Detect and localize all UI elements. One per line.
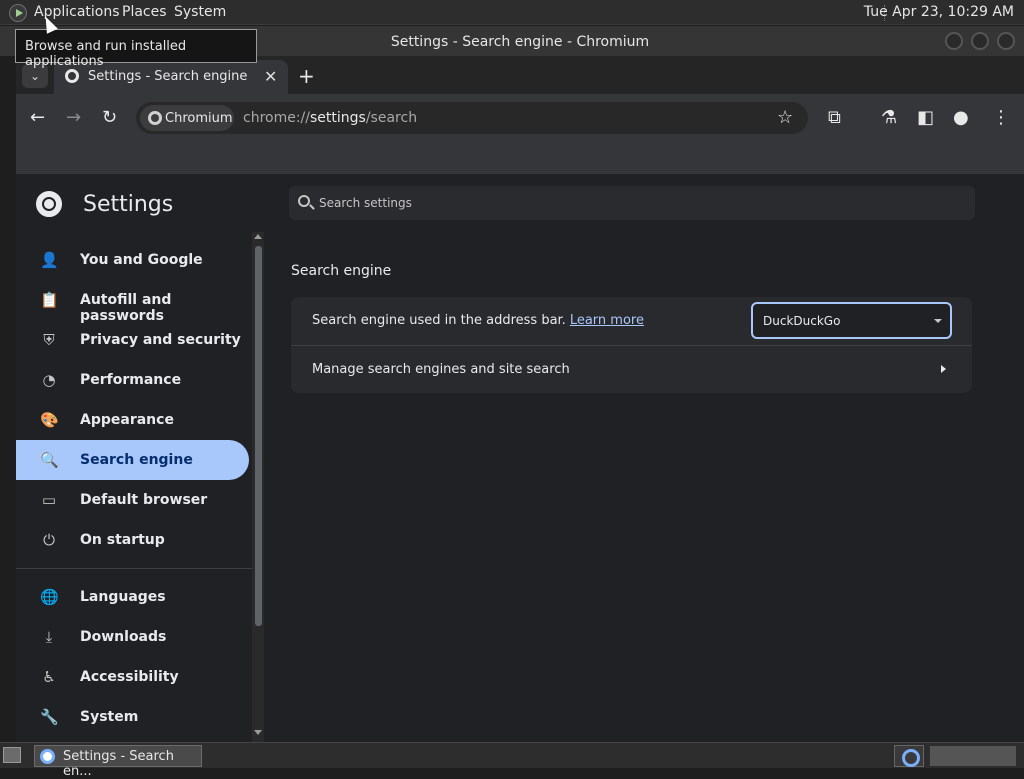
nav-divider <box>16 568 252 569</box>
url-path: /search <box>365 110 418 126</box>
close-window-button[interactable] <box>997 32 1015 50</box>
side-panel-icon[interactable]: ◧ <box>917 107 934 128</box>
chromium-logo-icon <box>36 191 62 217</box>
search-placeholder: Search settings <box>319 196 412 210</box>
minimize-button[interactable] <box>945 32 963 50</box>
dropdown-caret-icon <box>934 319 942 323</box>
gear-icon <box>65 69 79 83</box>
learn-more-link[interactable]: Learn more <box>570 313 644 328</box>
sidebar-item-label: Search engine <box>80 452 193 468</box>
clock[interactable]: Tue Apr 23, 10:29 AM <box>864 4 1014 20</box>
sidebar-item-languages[interactable]: 🌐 Languages <box>16 577 249 617</box>
applications-icon[interactable] <box>9 4 27 22</box>
sidebar-item-label: Default browser <box>80 492 208 508</box>
sidebar-item-downloads[interactable]: ⤓ Downloads <box>16 617 249 657</box>
address-bar[interactable] <box>136 102 808 134</box>
bookmark-star-icon[interactable]: ☆ <box>777 107 793 128</box>
menu-system[interactable]: System <box>174 4 226 20</box>
menu-kebab-icon[interactable]: ⋮ <box>992 107 1010 128</box>
sidebar-item-label: System <box>80 709 139 725</box>
sidebar-item-label: You and Google <box>80 252 203 268</box>
close-tab-icon[interactable]: ✕ <box>264 67 277 86</box>
sidebar-item-performance[interactable]: ◔ Performance <box>16 360 249 400</box>
sidebar-item-you-and-google[interactable]: 👤 You and Google <box>16 240 249 280</box>
profile-icon[interactable]: ● <box>953 107 969 128</box>
top-panel: Applications Places System Tue Apr 23, 1… <box>0 0 1024 25</box>
sidebar-item-label: Downloads <box>80 629 167 645</box>
speedometer-icon: ◔ <box>42 371 56 389</box>
scrollbar-thumb[interactable] <box>255 246 262 626</box>
card-divider <box>291 345 972 346</box>
site-chip-label: Chromium <box>165 111 233 126</box>
page-title: Settings <box>83 192 174 217</box>
sidebar-item-privacy-and-security[interactable]: ⛨ Privacy and security <box>16 320 249 360</box>
maximize-button[interactable] <box>971 32 989 50</box>
show-desktop-icon[interactable] <box>3 747 21 763</box>
power-icon: ⏻ <box>43 531 55 549</box>
url-text[interactable]: chrome://settings/search <box>243 110 417 126</box>
search-icon <box>298 195 310 207</box>
reload-icon[interactable]: ↻ <box>102 107 117 128</box>
tab-title: Settings - Search engine <box>88 69 248 84</box>
sidebar-item-label: Privacy and security <box>80 332 241 348</box>
labs-flask-icon[interactable]: ⚗ <box>881 107 897 128</box>
new-tab-button[interactable]: + <box>298 64 315 88</box>
address-bar-engine-label: Search engine used in the address bar. Le… <box>312 313 644 328</box>
engine-label-text: Search engine used in the address bar. <box>312 313 566 328</box>
section-title: Search engine <box>291 263 392 279</box>
wrench-icon: 🔧 <box>40 708 59 726</box>
sidebar-item-search-engine[interactable]: 🔍 Search engine <box>16 440 249 480</box>
search-engine-value: DuckDuckGo <box>763 314 841 328</box>
chromium-icon <box>40 749 55 764</box>
download-icon: ⤓ <box>45 628 53 646</box>
clipboard-icon: 📋 <box>40 291 59 309</box>
person-icon: 👤 <box>40 251 59 269</box>
palette-icon: 🎨 <box>40 411 59 429</box>
extensions-icon[interactable]: ⧉ <box>828 107 841 128</box>
workspace-switcher-icon[interactable] <box>894 745 924 767</box>
browser-icon: ▭ <box>41 491 57 509</box>
sidebar-item-label: Appearance <box>80 412 174 428</box>
toolbar-spacer <box>16 142 1024 174</box>
menu-places[interactable]: Places <box>122 4 167 20</box>
url-host: settings <box>310 110 366 126</box>
forward-icon[interactable]: → <box>66 107 81 128</box>
chevron-right-icon[interactable] <box>941 365 946 373</box>
shield-icon: ⛨ <box>43 331 55 349</box>
back-icon[interactable]: ← <box>30 107 45 128</box>
sidebar-item-label: Performance <box>80 372 182 388</box>
tooltip: Browse and run installed applications <box>15 29 257 69</box>
tray-area <box>930 746 1016 766</box>
sidebar-item-label: On startup <box>80 532 165 548</box>
sidebar-item-accessibility[interactable]: ♿ Accessibility <box>16 657 249 697</box>
sidebar-item-on-startup[interactable]: ⏻ On startup <box>16 520 249 560</box>
accessibility-icon: ♿ <box>42 668 56 686</box>
chromium-icon <box>148 111 162 125</box>
sidebar-item-appearance[interactable]: 🎨 Appearance <box>16 400 249 440</box>
manage-search-engines-link[interactable]: Manage search engines and site search <box>312 362 570 377</box>
sidebar-item-system[interactable]: 🔧 System <box>16 697 249 737</box>
sidebar-item-label: Languages <box>80 589 166 605</box>
scroll-up-icon[interactable] <box>254 234 262 239</box>
sidebar-item-label: Accessibility <box>80 669 179 685</box>
taskbar-window-label: Settings - Search en... <box>63 749 174 779</box>
sidebar-item-default-browser[interactable]: ▭ Default browser <box>16 480 249 520</box>
search-icon: 🔍 <box>40 451 59 469</box>
url-scheme: chrome:// <box>243 110 310 126</box>
globe-icon: 🌐 <box>40 588 59 606</box>
taskbar-window-button[interactable]: Settings - Search en... <box>34 745 202 779</box>
sidebar-item-autofill-and-passwords[interactable]: 📋 Autofill and passwords <box>16 280 249 324</box>
scroll-down-icon[interactable] <box>254 730 262 735</box>
